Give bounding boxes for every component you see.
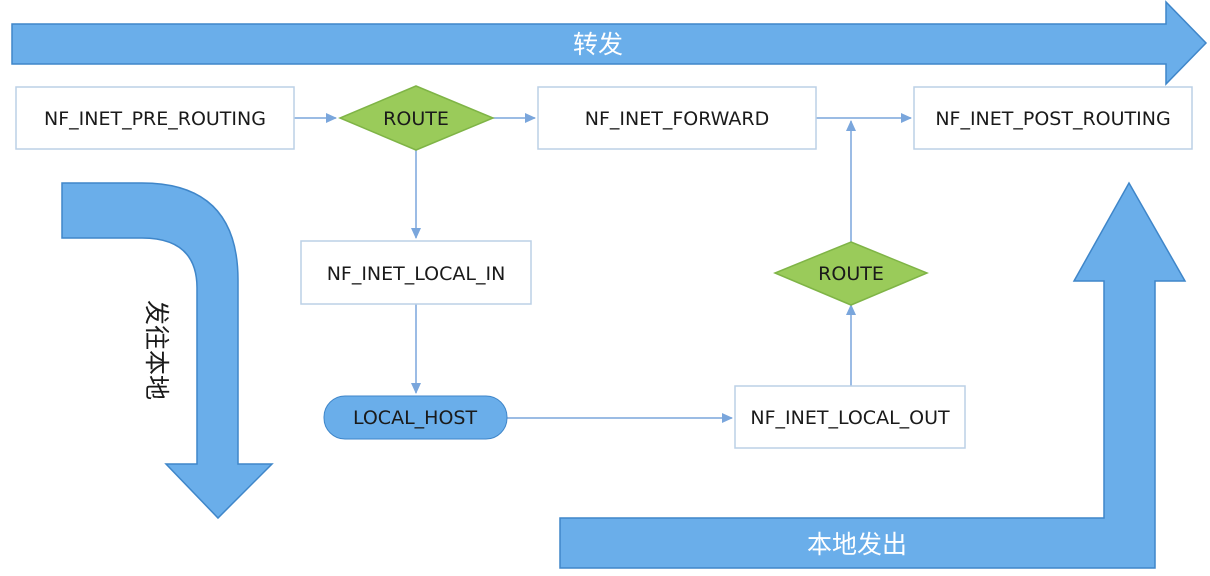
local-in-arrow-label: 发往本地 <box>142 300 171 400</box>
node-local-in-label: NF_INET_LOCAL_IN <box>327 263 506 285</box>
node-post-routing: NF_INET_POST_ROUTING <box>913 86 1193 150</box>
netfilter-hook-diagram: 转发 发往本地 本地发出 NF_INET_PRE_ROUTING NF_INET… <box>11 0 1208 569</box>
node-pre-routing-label: NF_INET_PRE_ROUTING <box>44 108 266 130</box>
local-in-arrow-label-group: 发往本地 <box>142 300 171 400</box>
local-host-pill: LOCAL_HOST <box>323 395 508 440</box>
route-decision-bottom: ROUTE <box>773 241 929 306</box>
local-host-label: LOCAL_HOST <box>353 407 478 429</box>
node-local-in: NF_INET_LOCAL_IN <box>300 240 532 305</box>
local-out-arrow-label: 本地发出 <box>807 530 907 559</box>
node-local-out: NF_INET_LOCAL_OUT <box>734 385 966 449</box>
route-decision-top-label: ROUTE <box>383 108 449 130</box>
forward-arrow-label: 转发 <box>573 30 623 59</box>
node-local-out-label: NF_INET_LOCAL_OUT <box>750 407 950 429</box>
node-forward: NF_INET_FORWARD <box>537 86 817 150</box>
local-out-big-arrow <box>559 181 1187 569</box>
node-post-routing-label: NF_INET_POST_ROUTING <box>935 108 1170 130</box>
node-pre-routing: NF_INET_PRE_ROUTING <box>15 86 295 150</box>
route-decision-top: ROUTE <box>338 85 495 151</box>
route-decision-bottom-label: ROUTE <box>818 263 884 285</box>
node-forward-label: NF_INET_FORWARD <box>585 108 769 130</box>
